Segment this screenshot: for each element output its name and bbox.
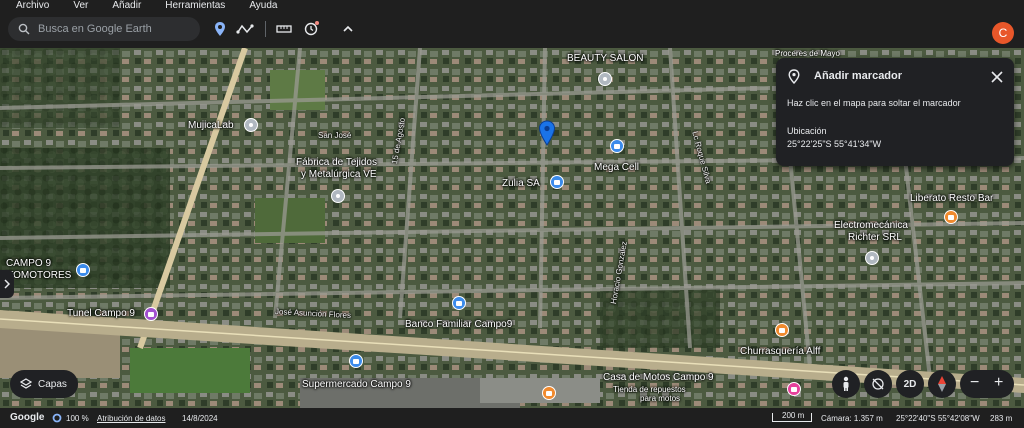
side-panel-toggle[interactable]: [0, 270, 14, 298]
menu-archivo[interactable]: Archivo: [16, 0, 49, 12]
zoom-out-button[interactable]: −: [970, 374, 979, 392]
tilt-button[interactable]: [864, 370, 892, 398]
search-icon: [18, 23, 30, 35]
zoom-in-button[interactable]: +: [994, 374, 1003, 392]
placemark-icon[interactable]: [211, 20, 229, 38]
close-icon[interactable]: [990, 70, 1004, 84]
zoom-ring-icon: [52, 413, 62, 423]
camera-altitude: Cámara: 1.357 m: [821, 414, 883, 423]
poi-pink-pin[interactable]: [787, 382, 801, 396]
poi-banco-pin[interactable]: [452, 296, 466, 310]
menu-bar: Archivo Ver Añadir Herramientas Ayuda: [0, 0, 1024, 12]
menu-anadir[interactable]: Añadir: [112, 0, 141, 12]
cursor-coordinates: 25°22'40"S 55°42'08"W: [896, 414, 980, 423]
placemark-marker-icon[interactable]: [538, 120, 556, 146]
label-fabrica-line2: y Metalúrgica VE: [301, 169, 377, 180]
poi-fabrica-pin[interactable]: [331, 189, 345, 203]
history-icon[interactable]: [302, 20, 320, 38]
label-churrasqueria-alff: Churrasquería Alff: [740, 346, 821, 357]
compass-icon: [938, 376, 946, 392]
ruler-icon[interactable]: [275, 20, 293, 38]
label-electromecanica-line2: Richter SRL: [848, 232, 902, 243]
label-zulia-sa: Zulia SA: [502, 178, 540, 189]
label-liberato-resto-bar: Liberato Resto Bar: [910, 193, 994, 204]
scale-bar: [772, 413, 812, 422]
zoom-percent[interactable]: 100 %: [66, 414, 89, 423]
google-logo: Google: [10, 412, 45, 423]
label-tienda-line2: para motos: [640, 394, 681, 403]
layers-label: Capas: [38, 378, 67, 390]
label-banco-familiar: Banco Familiar Campo9: [405, 319, 513, 330]
location-pin-icon: [788, 69, 800, 84]
status-bar: Google 100 % Atribución de datos 14/8/20…: [0, 408, 1024, 428]
poi-electromecanica-pin[interactable]: [865, 251, 879, 265]
label-mujicalab: MujicaLab: [188, 120, 234, 131]
layers-icon: [20, 378, 32, 389]
poi-campo9-autos-pin[interactable]: [76, 263, 90, 277]
poi-beauty-salon-pin[interactable]: [598, 72, 612, 86]
panel-hint: Haz clic en el mapa para soltar el marca…: [787, 98, 961, 108]
search-input[interactable]: [38, 23, 188, 35]
search-box[interactable]: [8, 17, 200, 41]
poi-liberato-pin[interactable]: [944, 210, 958, 224]
menu-herramientas[interactable]: Herramientas: [165, 0, 225, 12]
label-beauty-salon: BEAUTY SALON: [567, 53, 644, 64]
poi-tunel-pin[interactable]: [144, 307, 158, 321]
chevron-up-icon[interactable]: [339, 20, 357, 38]
poi-casa-motos-pin[interactable]: [542, 386, 556, 400]
2d-toggle-button[interactable]: 2D: [896, 370, 924, 398]
pegman-icon: [843, 376, 849, 391]
location-label: Ubicación: [787, 126, 827, 136]
label-campo9-line1: CAMPO 9: [6, 258, 52, 269]
poi-mujicalab-pin[interactable]: [244, 118, 258, 132]
panel-title: Añadir marcador: [814, 70, 903, 82]
label-fabrica-line1: Fábrica de Tejidos: [296, 157, 377, 168]
add-placemark-panel: Añadir marcador Haz clic en el mapa para…: [776, 58, 1014, 166]
layers-button[interactable]: Capas: [10, 370, 78, 398]
menu-ver[interactable]: Ver: [73, 0, 88, 12]
elevation: 283 m: [990, 414, 1013, 423]
label-mega-cell: Mega Cell: [594, 162, 640, 173]
chevron-right-icon: [4, 279, 10, 289]
tilt-icon: [872, 378, 884, 390]
avatar[interactable]: C: [992, 22, 1014, 44]
location-value: 25°22'25"S 55°41'34"W: [787, 139, 882, 149]
label-electromecanica-line1: Electromecánica: [834, 220, 908, 231]
toolbar-divider: [265, 21, 266, 37]
poi-supermercado-pin[interactable]: [349, 354, 363, 368]
compass-button[interactable]: [928, 370, 956, 398]
street-view-button[interactable]: [832, 370, 860, 398]
label-supermercado: Supermercado Campo 9: [302, 379, 411, 390]
label-casa-de-motos: Casa de Motos Campo 9: [603, 372, 714, 383]
zoom-controls: − +: [960, 370, 1014, 398]
poi-zulia-pin[interactable]: [550, 175, 564, 189]
poi-mega-cell-pin[interactable]: [610, 139, 624, 153]
path-icon[interactable]: [236, 20, 254, 38]
imagery-date: 14/8/2024: [182, 414, 218, 423]
data-attribution-link[interactable]: Atribución de datos: [97, 414, 166, 423]
poi-churrasqueria-pin[interactable]: [775, 323, 789, 337]
label-tunel-campo9: Tunel Campo 9: [67, 308, 135, 319]
label-san-jose: San José: [318, 131, 352, 140]
toolbar: C: [0, 12, 1024, 48]
menu-ayuda[interactable]: Ayuda: [249, 0, 277, 12]
